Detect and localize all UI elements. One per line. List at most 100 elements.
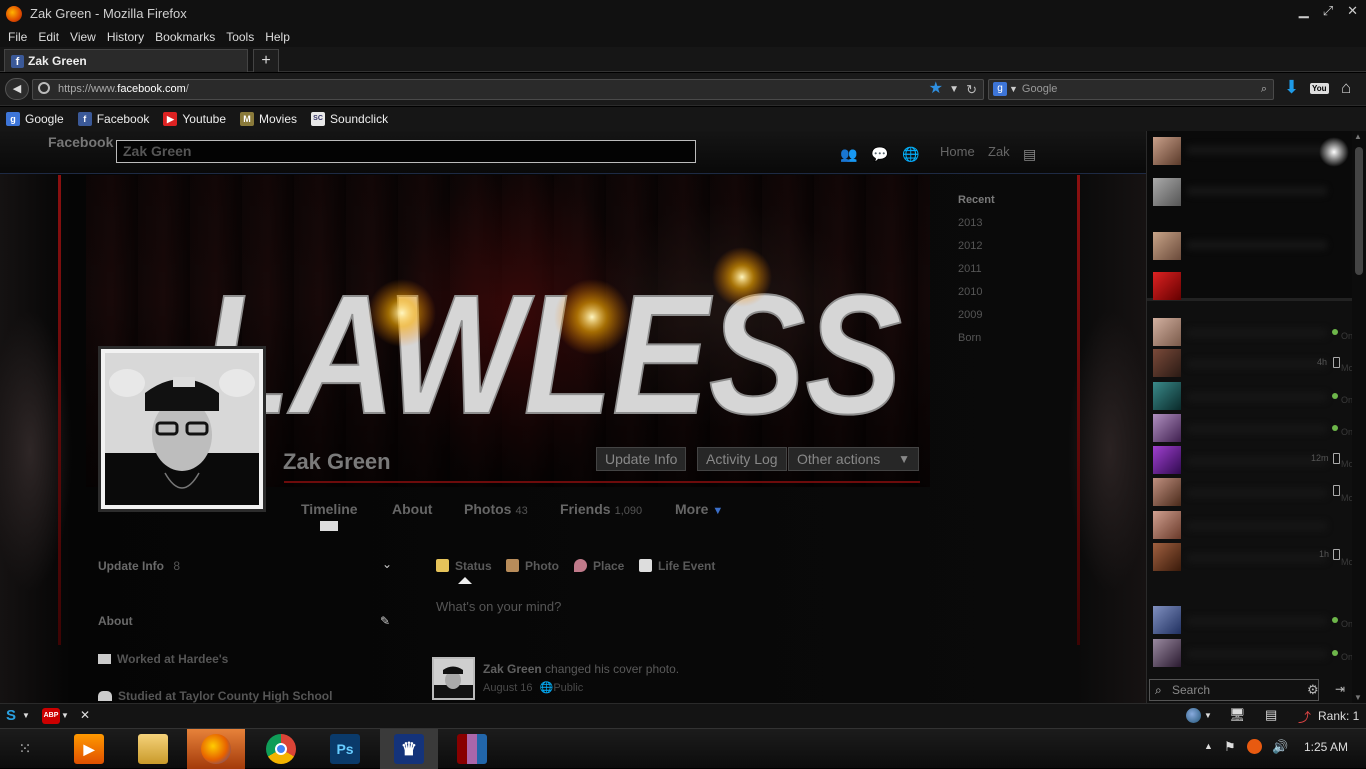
tab-more[interactable]: More ▼ [675,501,723,517]
chat-friend-avatar[interactable] [1153,511,1181,539]
taskbar-file-explorer[interactable] [124,729,182,769]
facebook-search-input[interactable]: Zak Green [116,140,696,163]
skype-icon[interactable]: S [6,707,16,724]
year-born[interactable]: Born [958,332,995,355]
composer-photo-tab[interactable]: Photo [506,559,559,573]
monitor-addon-icon[interactable]: 🖥 [1229,707,1246,723]
home-icon[interactable]: ⌂ [1341,78,1351,98]
ticker-avatar[interactable] [1153,232,1181,260]
restore-icon[interactable]: ⤢ [1323,3,1333,19]
year-recent[interactable]: Recent [958,194,995,217]
chat-friend-avatar[interactable] [1153,478,1181,506]
site-identity-icon[interactable] [38,82,50,94]
year-2010[interactable]: 2010 [958,286,995,309]
taskbar-chrome[interactable] [252,729,310,769]
clock[interactable]: 1:25 AM [1304,740,1348,754]
post-date[interactable]: August 16 [483,682,533,694]
globe-addon-icon[interactable] [1186,708,1201,723]
year-2009[interactable]: 2009 [958,309,995,332]
chat-friend-avatar[interactable] [1153,414,1181,442]
post-author-avatar[interactable] [432,657,475,700]
nav-home-link[interactable]: Home [940,144,975,159]
download-icon[interactable]: ⬇ [1284,77,1299,98]
engine-dropdown-icon[interactable]: ▼ [1009,84,1018,94]
menu-view[interactable]: View [70,30,96,44]
chat-friend-avatar[interactable] [1153,543,1181,571]
menu-help[interactable]: Help [265,30,290,44]
adblock-icon[interactable]: ABP [42,708,60,724]
tab-timeline[interactable]: Timeline [301,501,358,517]
status-input[interactable]: What's on your mind? [436,599,561,614]
taskbar-crown-app[interactable]: ♛ [380,729,438,769]
privacy-globe-icon[interactable]: 🌐 [540,682,554,694]
start-button[interactable]: ⁙ [0,729,50,769]
chat-friend-avatar[interactable] [1153,606,1181,634]
scroll-up-icon[interactable]: ▲ [1354,132,1362,141]
chat-friend-avatar[interactable] [1153,639,1181,667]
chat-popout-icon[interactable]: ⇥ [1335,682,1345,696]
tab-photos[interactable]: Photos 43 [464,501,528,517]
chat-options-gear-icon[interactable]: ⚙ [1307,682,1319,698]
page-scrollbar[interactable]: ▲ ▼ [1352,131,1366,703]
scroll-down-icon[interactable]: ▼ [1354,693,1362,702]
bookmark-youtube[interactable]: ▶ Youtube [157,112,226,126]
menu-file[interactable]: File [8,30,27,44]
update-info-button[interactable]: Update Info [596,447,687,471]
scrollbar-thumb[interactable] [1355,147,1363,275]
chat-search-input[interactable]: ⌕ Search [1149,679,1319,701]
edit-pencil-icon[interactable]: ✎ [380,614,390,628]
ticker-avatar[interactable] [1153,272,1181,300]
taskbar-winrar[interactable] [443,729,501,769]
youtube-addon-icon[interactable]: You [1310,83,1329,94]
messages-icon[interactable]: 💬 [871,146,888,162]
reload-icon[interactable]: ↻ [966,80,977,99]
year-2012[interactable]: 2012 [958,240,995,263]
other-actions-button[interactable]: Other actions ▼ [788,447,919,471]
friend-requests-icon[interactable]: 👥 [840,146,857,162]
minimize-icon[interactable]: ▁ [1299,3,1309,19]
post-author-name[interactable]: Zak Green [483,662,542,676]
skype-dropdown-icon[interactable]: ▼ [22,711,30,720]
menu-bookmarks[interactable]: Bookmarks [155,30,215,44]
print-addon-icon[interactable]: ▤ [1265,707,1277,723]
menu-tools[interactable]: Tools [226,30,254,44]
expand-chevron-icon[interactable]: ⌄ [382,557,392,571]
avast-icon[interactable] [1247,739,1262,754]
back-button[interactable]: ◀ [5,78,29,100]
year-2011[interactable]: 2011 [958,263,995,286]
search-bar[interactable]: g ▼ Google ⌕ [988,79,1274,100]
bookmark-star-icon[interactable]: ★ [929,79,943,98]
rank-label[interactable]: Rank: 1 [1318,709,1359,723]
composer-place-tab[interactable]: Place [574,559,624,573]
tab-friends[interactable]: Friends 1,090 [560,501,642,517]
google-engine-icon[interactable]: g [993,82,1007,96]
globe-dropdown-icon[interactable]: ▼ [1204,711,1212,720]
year-2013[interactable]: 2013 [958,217,995,240]
account-settings-icon[interactable]: ▤ [1023,146,1038,162]
ticker-avatar[interactable] [1153,178,1181,206]
url-bar[interactable]: https://www.facebook.com/ ★ ▼ ↻ [32,79,984,100]
tab-zak-green[interactable]: f Zak Green [4,49,248,72]
taskbar-firefox[interactable] [187,729,245,769]
bookmark-soundclick[interactable]: SC Soundclick [305,112,388,126]
close-icon[interactable]: ✕ [1347,3,1358,19]
composer-status-tab[interactable]: Status [436,559,492,573]
url-history-dropdown-icon[interactable]: ▼ [949,80,959,99]
taskbar-photoshop[interactable]: Ps [316,729,374,769]
bookmark-facebook[interactable]: f Facebook [72,112,149,126]
chat-friend-avatar[interactable] [1153,349,1181,377]
new-tab-button[interactable]: + [253,49,279,72]
notifications-globe-icon[interactable]: 🌐 [902,146,919,162]
nav-profile-link[interactable]: Zak [988,144,1010,159]
ticker-avatar[interactable] [1153,137,1181,165]
composer-life-event-tab[interactable]: Life Event [639,559,715,573]
facebook-logo[interactable]: Facebook [48,134,113,150]
update-info-box[interactable]: Update Info 8 ⌄ [98,557,398,573]
bookmark-google[interactable]: g Google [0,112,64,126]
search-icon[interactable]: ⌕ [1261,80,1267,99]
taskbar-media-player[interactable]: ▶ [60,729,118,769]
show-hidden-icons[interactable]: ▲ [1204,741,1213,751]
profile-picture[interactable] [98,346,266,512]
volume-icon[interactable]: 🔊 [1272,739,1288,755]
close-addon-bar-icon[interactable]: ✕ [80,708,90,722]
